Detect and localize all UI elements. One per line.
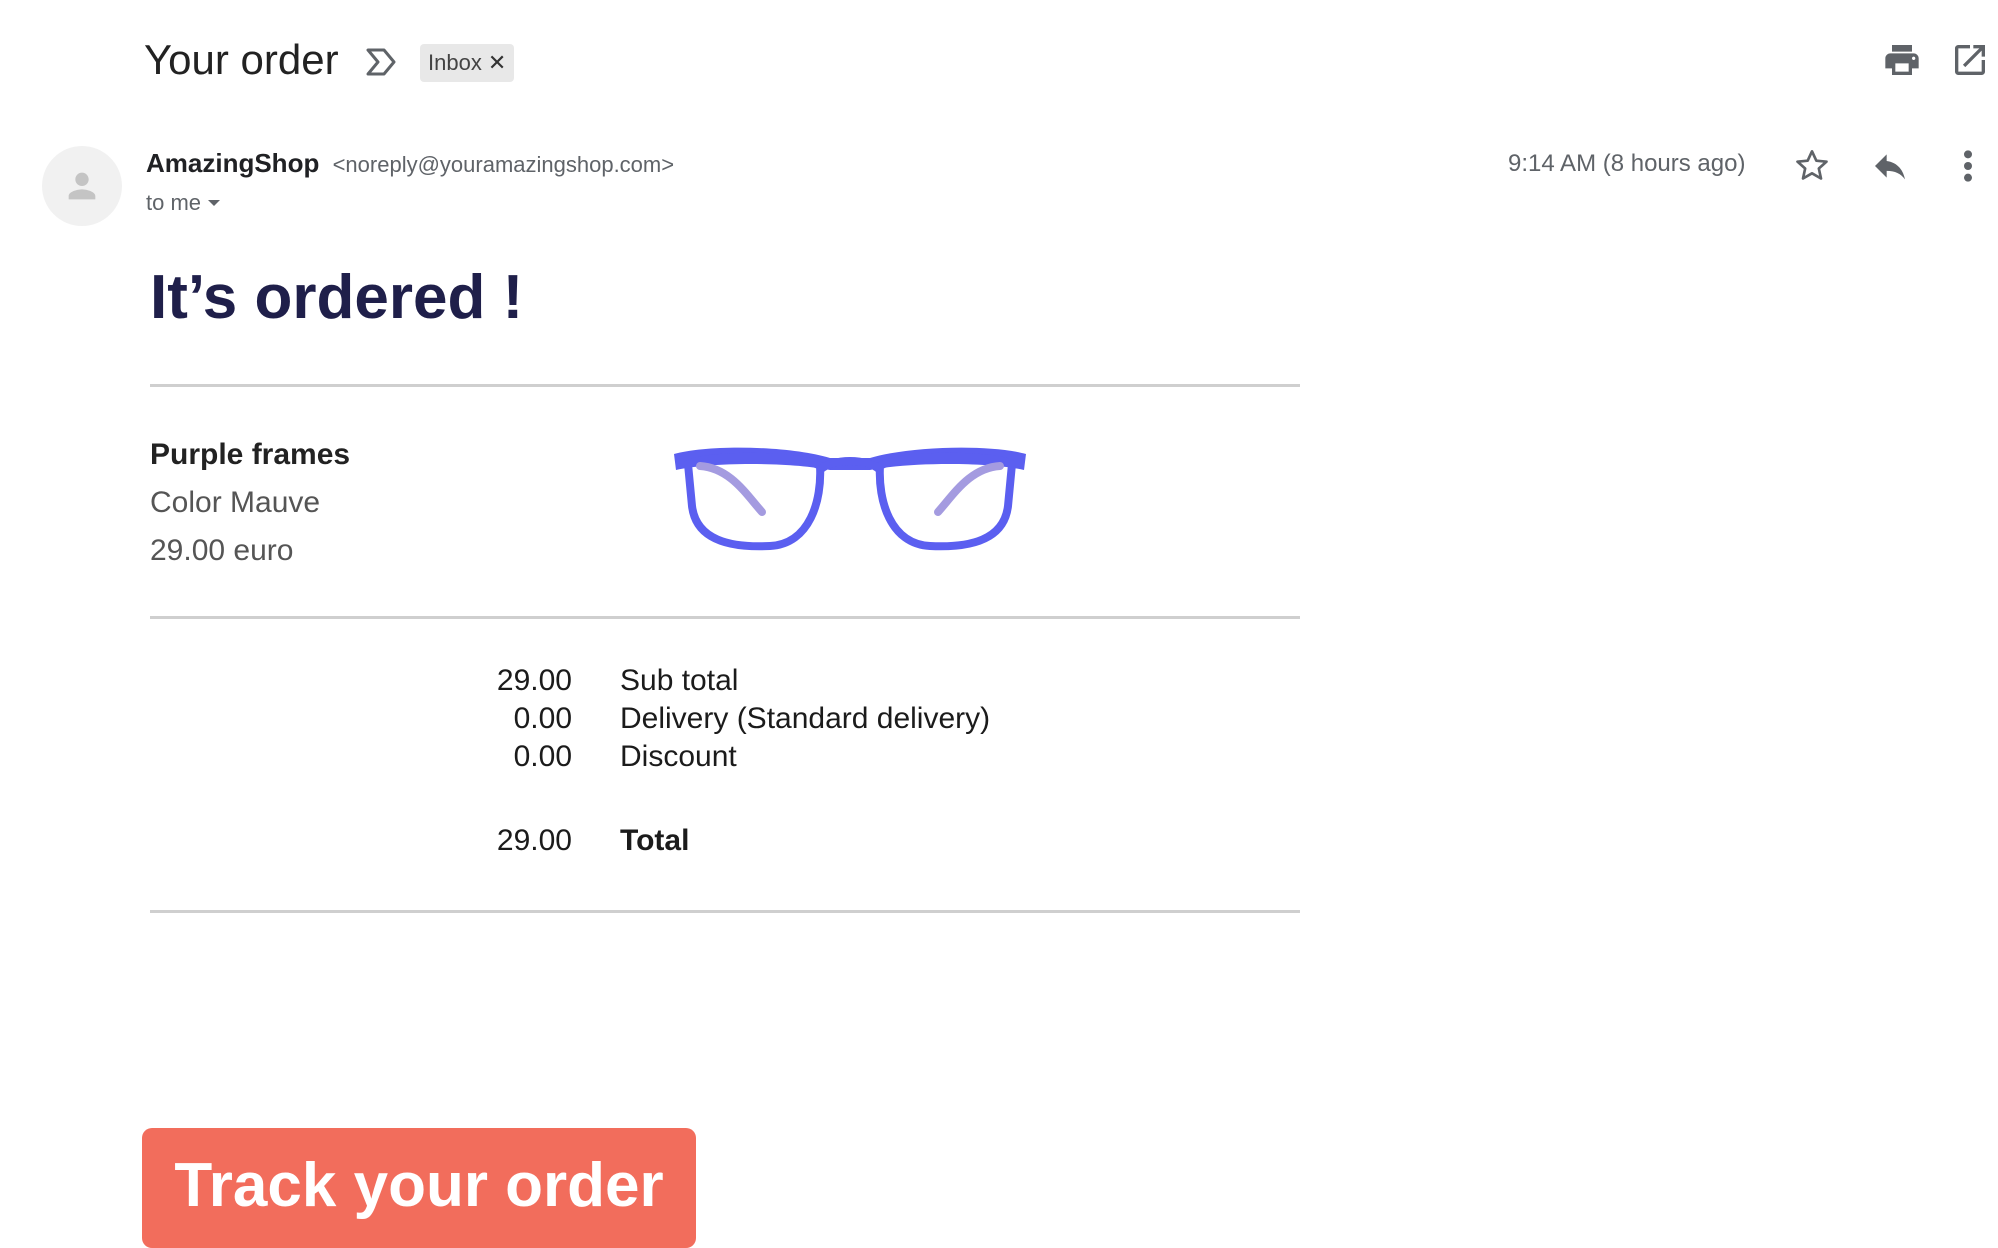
caret-down-icon [208,200,221,206]
order-totals: 29.00 Sub total 0.00 Delivery (Standard … [440,664,1140,862]
sender-email: <noreply@youramazingshop.com> [332,152,675,177]
total-row: 29.00 Total [440,824,1140,862]
discount-label: Discount [620,740,737,773]
discount-row: 0.00 Discount [440,740,1140,778]
total-amount: 29.00 [496,824,572,857]
star-icon[interactable] [1792,146,1832,186]
inbox-label-text: Inbox [428,50,482,75]
remove-label-icon[interactable]: ✕ [488,50,506,76]
sender-avatar [42,146,122,226]
more-vert-icon[interactable] [1956,146,1980,186]
product-color: Color Mauve [150,486,321,519]
divider [150,616,1300,619]
divider [150,910,1300,913]
delivery-row: 0.00 Delivery (Standard delivery) [440,702,1140,740]
sender-line: AmazingShop <noreply@youramazingshop.com… [146,148,674,179]
inbox-label-chip: Inbox ✕ [420,44,515,82]
subtotal-label: Sub total [620,664,739,697]
glasses-image [674,447,1026,551]
order-confirmation-headline: It’s ordered ! [150,263,524,332]
subtotal-row: 29.00 Sub total [440,664,1140,702]
subtotal-amount: 29.00 [496,664,572,697]
message-timestamp: 9:14 AM (8 hours ago) [1508,150,1746,177]
total-label: Total [620,824,690,857]
email-subject: Your order [144,36,339,83]
importance-marker-icon[interactable] [364,44,400,80]
delivery-label: Delivery (Standard delivery) [620,702,991,735]
print-icon[interactable] [1882,40,1922,80]
recipient-details-toggle[interactable]: to me [146,190,221,216]
discount-amount: 0.00 [513,740,572,773]
track-order-button[interactable]: Track your order [142,1128,696,1248]
product-name: Purple frames [150,438,351,471]
person-icon [68,172,96,200]
product-price: 29.00 euro [150,534,294,567]
divider [150,384,1300,387]
delivery-amount: 0.00 [513,702,572,735]
sender-name: AmazingShop [146,148,320,178]
reply-icon[interactable] [1870,146,1910,186]
open-in-new-window-icon[interactable] [1950,40,1990,80]
recipient-label: to me [146,190,202,215]
